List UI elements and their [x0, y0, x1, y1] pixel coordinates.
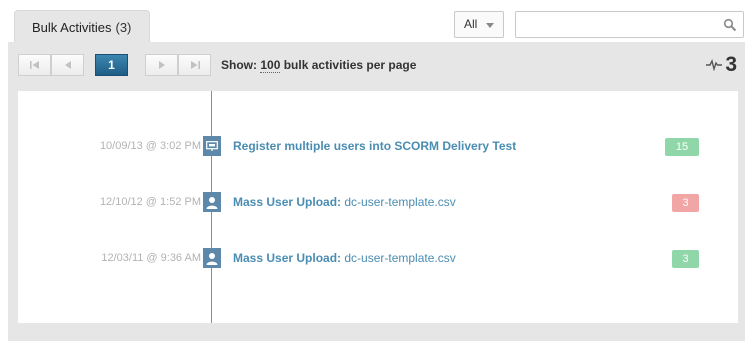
list-item[interactable]: 12/03/11 @ 9:36 AM Mass User Upload: dc-…	[18, 248, 738, 272]
first-page-icon	[29, 61, 39, 69]
search-input[interactable]	[516, 12, 712, 37]
list-item[interactable]: 12/10/12 @ 1:52 PM Mass User Upload: dc-…	[18, 192, 738, 216]
tab-label: Bulk Activities	[32, 20, 112, 35]
first-page-button[interactable]	[18, 54, 51, 76]
activity-timestamp: 12/10/12 @ 1:52 PM	[99, 196, 201, 208]
per-page-control: Show: 100 bulk activities per page	[221, 54, 416, 76]
search-box[interactable]	[515, 11, 744, 38]
activity-title-link[interactable]: Mass User Upload: dc-user-template.csv	[233, 248, 456, 268]
user-icon	[203, 192, 221, 212]
total-value: 3	[725, 53, 737, 76]
activity-title-rest: dc-user-template.csv	[341, 251, 456, 265]
current-page-label: 1	[108, 58, 115, 72]
activity-title-bold: Mass User Upload:	[233, 195, 342, 209]
last-page-button[interactable]	[178, 54, 211, 76]
show-prefix: Show:	[221, 58, 257, 72]
chevron-down-icon	[486, 23, 494, 28]
show-suffix: bulk activities per page	[283, 58, 417, 72]
status-badge: 15	[665, 138, 699, 156]
tab-count: (3)	[115, 20, 132, 35]
list-item[interactable]: 10/09/13 @ 3:02 PM Register multiple use…	[18, 136, 738, 160]
status-badge: 3	[672, 250, 699, 268]
next-page-button[interactable]	[145, 54, 178, 76]
activity-timestamp: 10/09/13 @ 3:02 PM	[99, 140, 201, 152]
current-page-button[interactable]: 1	[95, 54, 128, 76]
user-icon	[203, 248, 221, 268]
tab-bulk-activities[interactable]: Bulk Activities (3)	[14, 10, 150, 43]
total-count: 3	[706, 52, 737, 78]
prev-page-icon	[64, 61, 71, 69]
next-page-icon	[158, 61, 165, 69]
status-badge: 3	[672, 194, 699, 212]
filter-select[interactable]: All	[454, 11, 504, 38]
presentation-icon	[203, 136, 221, 156]
activity-timeline: 10/09/13 @ 3:02 PM Register multiple use…	[18, 91, 738, 323]
activities-panel: 1 Show: 100 bulk activities per page 3 1…	[8, 42, 745, 341]
search-icon[interactable]	[723, 18, 737, 37]
per-page-select[interactable]: 100	[260, 58, 281, 73]
activity-title-link[interactable]: Register multiple users into SCORM Deliv…	[233, 136, 516, 156]
prev-page-button[interactable]	[51, 54, 84, 76]
activity-title-rest: dc-user-template.csv	[341, 195, 456, 209]
last-page-icon	[190, 61, 200, 69]
activity-title-bold: Register multiple users into SCORM Deliv…	[233, 139, 517, 153]
activity-title-link[interactable]: Mass User Upload: dc-user-template.csv	[233, 192, 456, 212]
activity-timestamp: 12/03/11 @ 9:36 AM	[101, 252, 201, 264]
activity-title-bold: Mass User Upload:	[233, 251, 342, 265]
activity-pulse-icon	[706, 59, 723, 71]
filter-value: All	[464, 17, 478, 31]
